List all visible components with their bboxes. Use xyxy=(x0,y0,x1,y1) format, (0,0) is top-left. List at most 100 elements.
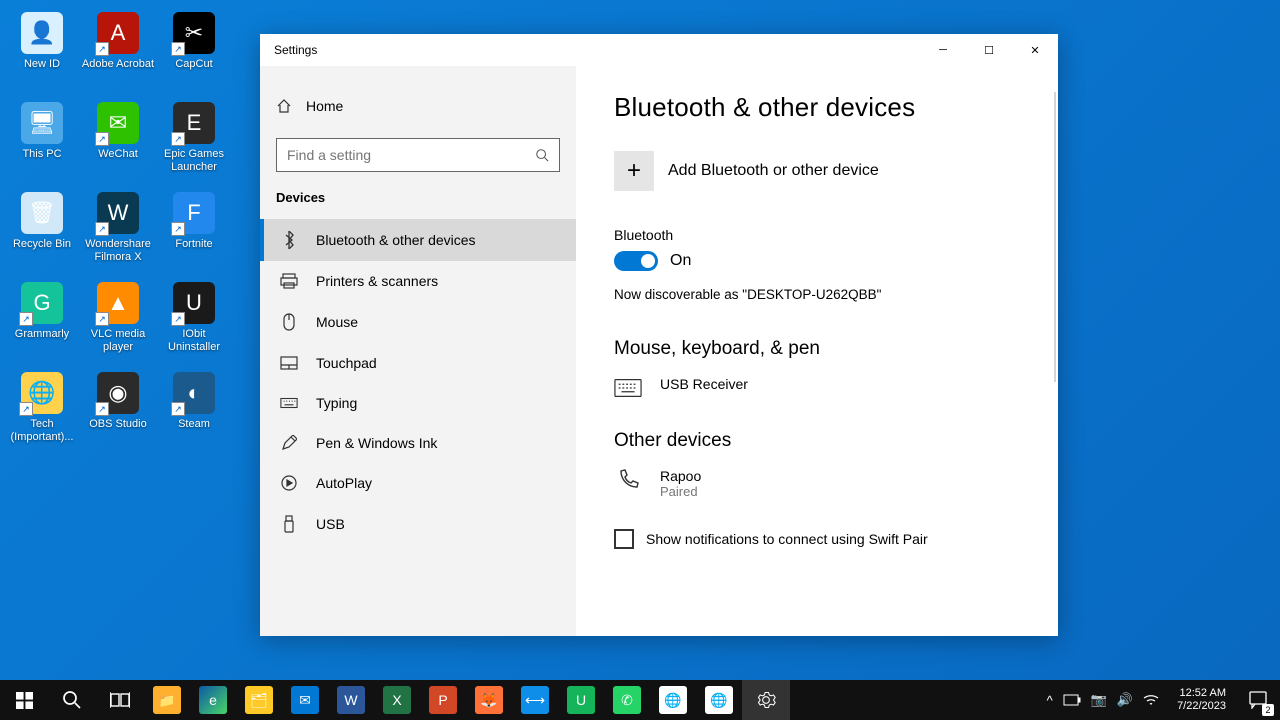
icon-label: New ID xyxy=(24,58,60,71)
desktop-icon[interactable]: E↗ Epic Games Launcher xyxy=(156,98,232,188)
tray-chevron-up-icon[interactable]: ^ xyxy=(1047,693,1053,708)
bt-icon xyxy=(280,231,298,249)
app-icon: ◉↗ xyxy=(97,372,139,414)
tray-meet-icon[interactable]: 📷 xyxy=(1091,692,1107,708)
tray-wifi-icon[interactable] xyxy=(1143,694,1159,706)
autoplay-icon xyxy=(280,475,298,491)
icon-label: CapCut xyxy=(175,58,212,71)
app-icon: ✂↗ xyxy=(173,12,215,54)
desktop-icon[interactable]: 👤New ID xyxy=(4,8,80,98)
taskbar-app-word[interactable]: W xyxy=(328,680,374,720)
taskbar-app-firefox[interactable]: 🦊 xyxy=(466,680,512,720)
icon-label: VLC media player xyxy=(80,328,156,353)
home-link[interactable]: Home xyxy=(260,90,576,122)
mouse-icon xyxy=(280,313,298,331)
taskbar-left: 📁 e 🗂 ✉ W X P 🦊 ⟷ U ✆ 🌐 🌐 xyxy=(0,680,790,720)
touchpad-icon xyxy=(280,356,298,370)
minimize-button[interactable]: ─ xyxy=(920,34,966,66)
desktop-icon[interactable]: ✉↗WeChat xyxy=(80,98,156,188)
tray-volume-icon[interactable]: 🔊 xyxy=(1117,692,1133,708)
nav-item-mouse[interactable]: Mouse xyxy=(260,301,576,343)
start-button[interactable] xyxy=(0,680,48,720)
window-controls: ─ ☐ ✕ xyxy=(920,34,1058,66)
desktop-icon[interactable]: 🌐↗Tech (Important)... xyxy=(4,368,80,458)
device-usb-receiver[interactable]: USB Receiver xyxy=(614,376,1026,400)
taskbar-app-chrome2[interactable]: 🌐 xyxy=(696,680,742,720)
bluetooth-toggle-row: On xyxy=(614,251,1026,271)
system-tray[interactable]: ^ 📷 🔊 xyxy=(1039,692,1167,708)
desktop-icon[interactable]: ▲↗VLC media player xyxy=(80,278,156,368)
nav-item-printer[interactable]: Printers & scanners xyxy=(260,261,576,301)
clock[interactable]: 12:52 AM 7/22/2023 xyxy=(1167,687,1236,713)
swift-pair-checkbox[interactable] xyxy=(614,529,634,549)
desktop-icon[interactable]: W↗Wondershare Filmora X xyxy=(80,188,156,278)
nav-item-pen[interactable]: Pen & Windows Ink xyxy=(260,423,576,463)
search-box[interactable] xyxy=(276,138,560,172)
tray-battery-icon[interactable] xyxy=(1063,694,1081,706)
nav-label: Touchpad xyxy=(316,355,377,371)
desktop-icon[interactable]: G↗Grammarly xyxy=(4,278,80,368)
app-icon: U↗ xyxy=(173,282,215,324)
bluetooth-label: Bluetooth xyxy=(614,227,1026,243)
search-input[interactable] xyxy=(287,147,535,163)
nav-item-bt[interactable]: Bluetooth & other devices xyxy=(260,219,576,261)
close-button[interactable]: ✕ xyxy=(1012,34,1058,66)
icon-label: This PC xyxy=(22,148,61,161)
app-icon: 🌐↗ xyxy=(21,372,63,414)
taskbar: 📁 e 🗂 ✉ W X P 🦊 ⟷ U ✆ 🌐 🌐 ^ 📷 🔊 12:52 AM… xyxy=(0,680,1280,720)
desktop-icon[interactable]: U↗IObit Uninstaller xyxy=(156,278,232,368)
taskbar-app-fileexplorer[interactable]: 🗂 xyxy=(236,680,282,720)
app-icon: A↗ xyxy=(97,12,139,54)
keyboard-icon xyxy=(280,397,298,409)
desktop-icon[interactable]: ◐↗Steam xyxy=(156,368,232,458)
nav-list: Bluetooth & other devices Printers & scan… xyxy=(260,219,576,545)
taskbar-app-edge[interactable]: e xyxy=(190,680,236,720)
desktop-icon[interactable]: F↗Fortnite xyxy=(156,188,232,278)
search-button[interactable] xyxy=(48,680,96,720)
mkp-heading: Mouse, keyboard, & pen xyxy=(614,338,1026,360)
icon-label: Adobe Acrobat xyxy=(82,58,154,71)
app-icon: 🖥 xyxy=(21,102,63,144)
app-icon: 🗑 xyxy=(21,192,63,234)
icon-label: Recycle Bin xyxy=(13,238,71,251)
taskbar-app-settings[interactable] xyxy=(742,680,790,720)
taskbar-app-teamviewer[interactable]: ⟷ xyxy=(512,680,558,720)
desktop-icon[interactable]: 🖥 This PC xyxy=(4,98,80,188)
taskbar-app-powerpoint[interactable]: P xyxy=(420,680,466,720)
nav-label: Bluetooth & other devices xyxy=(316,232,476,248)
taskbar-app-chrome[interactable]: 🌐 xyxy=(650,680,696,720)
taskbar-app-whatsapp[interactable]: ✆ xyxy=(604,680,650,720)
printer-icon xyxy=(280,273,298,289)
icon-label: Steam xyxy=(178,418,210,431)
desktop-icon[interactable]: ✂↗ CapCut xyxy=(156,8,232,98)
app-icon: E↗ xyxy=(173,102,215,144)
add-device-button[interactable]: + Add Bluetooth or other device xyxy=(614,151,1026,191)
task-view-button[interactable] xyxy=(96,680,144,720)
maximize-button[interactable]: ☐ xyxy=(966,34,1012,66)
window-body: Home Devices Bluetooth & other devicesPr… xyxy=(260,66,1058,636)
action-center-button[interactable]: 2 xyxy=(1236,680,1280,720)
desktop-icon[interactable]: A↗ Adobe Acrobat xyxy=(80,8,156,98)
scrollbar[interactable] xyxy=(1054,92,1056,382)
bluetooth-toggle[interactable] xyxy=(614,251,658,271)
taskbar-app-mail[interactable]: ✉ xyxy=(282,680,328,720)
plus-icon: + xyxy=(614,151,654,191)
swift-pair-label: Show notifications to connect using Swif… xyxy=(646,531,928,547)
main-panel: Bluetooth & other devices + Add Bluetoot… xyxy=(576,66,1058,636)
taskbar-app-iobit[interactable]: U xyxy=(558,680,604,720)
nav-item-autoplay[interactable]: AutoPlay xyxy=(260,463,576,503)
swift-pair-checkbox-row: Show notifications to connect using Swif… xyxy=(614,529,1026,549)
desktop-icon[interactable]: 🗑 Recycle Bin xyxy=(4,188,80,278)
device-rapoo[interactable]: Rapoo Paired xyxy=(614,468,1026,499)
nav-item-keyboard[interactable]: Typing xyxy=(260,383,576,423)
icon-label: OBS Studio xyxy=(89,418,146,431)
bluetooth-state: On xyxy=(670,252,691,270)
nav-item-touchpad[interactable]: Touchpad xyxy=(260,343,576,383)
icon-label: Grammarly xyxy=(15,328,69,341)
desktop-icon[interactable]: ◉↗ OBS Studio xyxy=(80,368,156,458)
icon-label: Epic Games Launcher xyxy=(156,148,232,173)
taskbar-app-excel[interactable]: X xyxy=(374,680,420,720)
taskbar-app-explorer[interactable]: 📁 xyxy=(144,680,190,720)
home-icon xyxy=(276,98,292,114)
nav-item-usb[interactable]: USB xyxy=(260,503,576,545)
